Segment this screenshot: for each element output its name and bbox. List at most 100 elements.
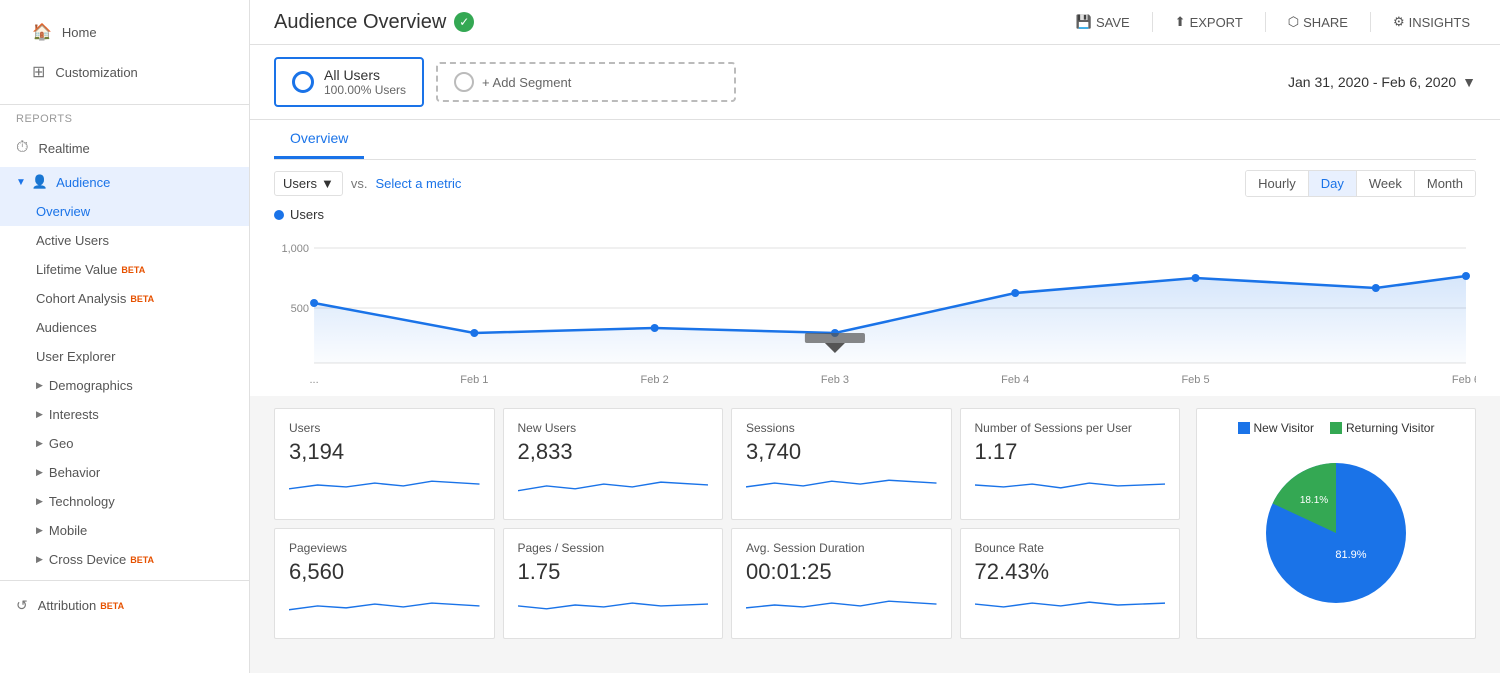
stat-card-pages-per-session: Pages / Session 1.75 <box>503 528 724 640</box>
stat-card-pageviews: Pageviews 6,560 <box>274 528 495 640</box>
sparkline-new-users <box>518 471 709 499</box>
attribution-icon: ↺ <box>16 597 28 614</box>
svg-text:Feb 6: Feb 6 <box>1452 374 1476 386</box>
sidebar-item-audiences[interactable]: Audiences <box>0 313 249 342</box>
week-button[interactable]: Week <box>1357 171 1415 196</box>
sidebar-item-active-users[interactable]: Active Users <box>0 226 249 255</box>
segment-bar: All Users 100.00% Users + Add Segment Ja… <box>250 45 1500 120</box>
sidebar-item-lifetime-value[interactable]: Lifetime Value BETA <box>0 255 249 284</box>
save-icon: 💾 <box>1076 14 1092 30</box>
chart-svg: 1,000 500 ... Fe <box>274 228 1476 388</box>
sidebar: 🏠 Home ⊞ Customization REPORTS ⏱ Realtim… <box>0 0 250 673</box>
chart-area: Users 1,000 500 <box>274 207 1476 396</box>
hourly-button[interactable]: Hourly <box>1246 171 1309 196</box>
new-visitor-legend: New Visitor <box>1238 421 1314 435</box>
dropdown-arrow-icon: ▼ <box>321 176 334 191</box>
pie-chart: 81.9% 18.1% <box>1246 443 1426 626</box>
top-bar: Audience Overview ✓ 💾 SAVE ⬆ EXPORT ⬡ SH… <box>250 0 1500 45</box>
sidebar-item-cross-device[interactable]: Cross Device BETA <box>0 545 249 574</box>
sidebar-item-cohort-analysis[interactable]: Cohort Analysis BETA <box>0 284 249 313</box>
sidebar-item-audience[interactable]: ▼ 👤 Audience <box>0 167 249 197</box>
returning-visitor-legend: Returning Visitor <box>1330 421 1435 435</box>
customization-icon: ⊞ <box>32 62 45 82</box>
svg-text:Feb 3: Feb 3 <box>821 374 849 386</box>
sparkline-pageviews <box>289 591 480 619</box>
sidebar-top: 🏠 Home ⊞ Customization <box>0 0 249 105</box>
svg-text:Feb 1: Feb 1 <box>460 374 488 386</box>
stat-card-sessions: Sessions 3,740 <box>731 408 952 520</box>
sidebar-item-interests[interactable]: Interests <box>0 400 249 429</box>
stats-section: Users 3,194 New Users 2,833 Sessio <box>250 396 1500 651</box>
sidebar-item-technology[interactable]: Technology <box>0 487 249 516</box>
insights-icon: ⚙ <box>1393 14 1405 30</box>
export-button[interactable]: ⬆ EXPORT <box>1169 10 1249 34</box>
date-range-arrow-icon: ▼ <box>1462 74 1476 90</box>
month-button[interactable]: Month <box>1415 171 1475 196</box>
time-buttons: Hourly Day Week Month <box>1245 170 1476 197</box>
svg-text:Feb 5: Feb 5 <box>1181 374 1209 386</box>
sidebar-item-demographics[interactable]: Demographics <box>0 371 249 400</box>
day-button[interactable]: Day <box>1309 171 1357 196</box>
chart-controls: Users ▼ vs. Select a metric Hourly Day W… <box>274 160 1476 207</box>
overview-section: Overview Users ▼ vs. Select a metric Hou… <box>250 120 1500 396</box>
top-actions: 💾 SAVE ⬆ EXPORT ⬡ SHARE ⚙ INSIGHTS <box>1070 10 1476 34</box>
sidebar-item-behavior[interactable]: Behavior <box>0 458 249 487</box>
svg-text:Feb 2: Feb 2 <box>641 374 669 386</box>
share-icon: ⬡ <box>1288 14 1299 30</box>
sidebar-item-realtime[interactable]: ⏱ Realtime <box>0 129 249 167</box>
svg-text:Feb 4: Feb 4 <box>1001 374 1029 386</box>
divider <box>1370 12 1371 32</box>
pie-legend: New Visitor Returning Visitor <box>1238 421 1435 435</box>
tab-overview[interactable]: Overview <box>274 120 364 159</box>
svg-text:500: 500 <box>291 303 309 315</box>
all-users-segment[interactable]: All Users 100.00% Users <box>274 57 424 107</box>
page-title: Audience Overview ✓ <box>274 11 474 34</box>
sidebar-item-attribution[interactable]: ↺ Attribution BETA <box>0 587 249 624</box>
svg-text:1,000: 1,000 <box>282 243 310 255</box>
sidebar-item-user-explorer[interactable]: User Explorer <box>0 342 249 371</box>
sparkline-avg-session-duration <box>746 591 937 619</box>
pie-section: New Visitor Returning Visitor <box>1196 408 1476 639</box>
main-content: Audience Overview ✓ 💾 SAVE ⬆ EXPORT ⬡ SH… <box>250 0 1500 673</box>
stat-card-users: Users 3,194 <box>274 408 495 520</box>
audience-arrow-icon: ▼ <box>16 177 26 188</box>
share-button[interactable]: ⬡ SHARE <box>1282 10 1354 34</box>
sidebar-item-overview[interactable]: Overview <box>0 197 249 226</box>
sparkline-bounce-rate <box>975 591 1166 619</box>
divider <box>1265 12 1266 32</box>
stat-card-sessions-per-user: Number of Sessions per User 1.17 <box>960 408 1181 520</box>
save-button[interactable]: 💾 SAVE <box>1070 10 1136 34</box>
metric-select: Users ▼ vs. Select a metric <box>274 171 461 196</box>
sparkline-pages-per-session <box>518 591 709 619</box>
select-metric-link[interactable]: Select a metric <box>375 176 461 191</box>
sidebar-item-home[interactable]: 🏠 Home <box>16 12 233 52</box>
date-range-picker[interactable]: Jan 31, 2020 - Feb 6, 2020 ▼ <box>1288 74 1476 90</box>
metric-dropdown[interactable]: Users ▼ <box>274 171 343 196</box>
svg-text:81.9%: 81.9% <box>1335 549 1366 561</box>
sidebar-item-geo[interactable]: Geo <box>0 429 249 458</box>
add-segment-circle-icon <box>454 72 474 92</box>
stat-card-bounce-rate: Bounce Rate 72.43% <box>960 528 1181 640</box>
sidebar-item-customization[interactable]: ⊞ Customization <box>16 52 233 92</box>
audience-icon: 👤 <box>32 174 48 190</box>
realtime-icon: ⏱ <box>16 139 28 157</box>
new-visitor-color-box <box>1238 422 1250 434</box>
verified-icon: ✓ <box>454 12 474 32</box>
divider <box>1152 12 1153 32</box>
chart-legend: Users <box>274 207 1476 222</box>
sidebar-item-mobile[interactable]: Mobile <box>0 516 249 545</box>
sparkline-users <box>289 471 480 499</box>
add-segment-button[interactable]: + Add Segment <box>436 62 736 102</box>
users-legend-dot <box>274 210 284 220</box>
insights-button[interactable]: ⚙ INSIGHTS <box>1387 10 1476 34</box>
segment-info: All Users 100.00% Users <box>324 67 406 97</box>
svg-text:...: ... <box>309 374 318 386</box>
sparkline-sessions-per-user <box>975 471 1166 499</box>
stat-card-avg-session-duration: Avg. Session Duration 00:01:25 <box>731 528 952 640</box>
reports-section-label: REPORTS <box>0 105 249 129</box>
stat-card-new-users: New Users 2,833 <box>503 408 724 520</box>
export-icon: ⬆ <box>1175 14 1186 30</box>
svg-text:18.1%: 18.1% <box>1300 495 1328 506</box>
stats-grid: Users 3,194 New Users 2,833 Sessio <box>274 408 1180 639</box>
segment-circle-icon <box>292 71 314 93</box>
